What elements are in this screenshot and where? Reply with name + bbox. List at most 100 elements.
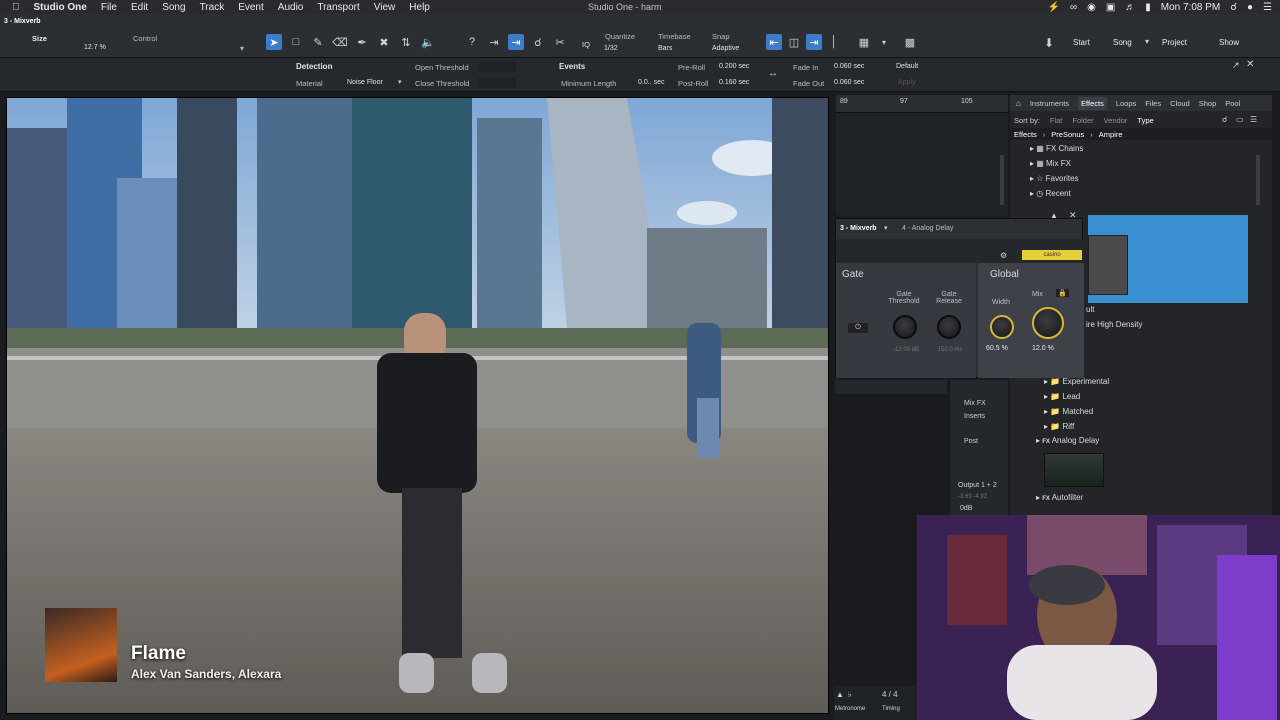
scissors-icon[interactable]: ✂ [552,34,568,50]
volume-icon[interactable]: ♬ [1125,2,1135,13]
tab-instruments[interactable]: Instruments [1030,99,1069,108]
menu-view[interactable]: View [374,2,396,13]
iq-label[interactable]: IQ [582,40,590,49]
spotlight-search-icon[interactable]: ☌ [1230,2,1237,13]
minimum-length-value[interactable]: 0.0.. sec [638,79,664,86]
sort-type[interactable]: Type [1137,116,1153,125]
save-icon[interactable]: ▩ [902,34,918,50]
nav-song[interactable]: Song [1113,38,1132,47]
help-icon[interactable]: ? [464,34,480,50]
tree-item-autofilter[interactable]: ▸ FX Autofilter [1036,493,1083,502]
apply-button[interactable]: Apply [898,79,916,86]
fade-in-value[interactable]: 0.060 sec [834,63,864,70]
tab-effects[interactable]: Effects [1078,96,1107,110]
mix-knob[interactable] [1032,307,1064,339]
zoom-icon[interactable]: ☌ [530,34,546,50]
menu-file[interactable]: File [101,2,117,13]
paint-tool-icon[interactable]: ✒ [354,34,370,50]
metronome-icon[interactable]: ▲ [836,690,844,699]
close-threshold-field[interactable] [478,78,516,88]
cursor-follow-icon[interactable]: │ [826,34,842,50]
download-icon[interactable]: ⬇ [1044,36,1054,50]
split-tool-icon[interactable]: ✎ [310,34,326,50]
post-label[interactable]: Post [964,438,978,445]
user-avatar-icon[interactable]: ● [1247,2,1253,13]
song-dropdown-icon[interactable]: ▾ [1145,37,1149,46]
arrange-scrollbar[interactable] [1000,155,1004,205]
tab-files[interactable]: Files [1145,99,1161,108]
material-dropdown-icon[interactable]: ▾ [398,78,402,86]
close-plugin-icon[interactable]: ✕ [1069,210,1077,221]
tab-pool[interactable]: Pool [1225,99,1240,108]
breadcrumb-ampire[interactable]: Ampire [1099,130,1123,139]
timeline-ruler[interactable]: 89 97 105 [836,95,1008,113]
fade-out-value[interactable]: 0.060 sec [834,79,864,86]
folder-matched[interactable]: ▸ 📁 Matched [1044,407,1109,422]
menubar-clock[interactable]: Mon 7:08 PM [1161,2,1220,13]
tree-item-partial[interactable]: ult [1086,305,1094,314]
pan-slider[interactable] [835,380,947,394]
open-threshold-field[interactable] [478,62,516,72]
tree-item-fx-chains[interactable]: ▸ ▦ FX Chains [1030,144,1083,159]
tab-loops[interactable]: Loops [1116,99,1136,108]
tree-item-recent[interactable]: ▸ ◷ Recent [1030,189,1083,204]
pin-icon[interactable]: ▲ [1050,211,1058,220]
nav-show[interactable]: Show [1219,38,1239,47]
status-bolt-icon[interactable]: ⚡ [1047,2,1059,13]
menu-help[interactable]: Help [409,2,430,13]
tab-cloud[interactable]: Cloud [1170,99,1190,108]
sort-flat[interactable]: Flat [1050,116,1063,125]
nav-start[interactable]: Start [1073,38,1090,47]
preset-selector[interactable]: casino [1022,250,1082,260]
menu-track[interactable]: Track [200,2,225,13]
tree-item-favorites[interactable]: ▸ ☆ Favorites [1030,174,1083,189]
post-roll-value[interactable]: 0.160 sec [719,79,749,86]
menu-song[interactable]: Song [162,2,185,13]
follow-icon[interactable]: ◫ [786,34,802,50]
grid-dropdown-icon[interactable]: ▾ [876,34,892,50]
menu-transport[interactable]: Transport [317,2,359,13]
snap-right-icon[interactable]: ⇥ [508,34,524,50]
channel-dropdown-icon[interactable]: ▾ [884,224,888,232]
menu-app-name[interactable]: Studio One [34,2,87,13]
arrow-tool-icon[interactable]: ➤ [266,34,282,50]
sort-vendor[interactable]: Vendor [1104,116,1128,125]
inserts-label[interactable]: Inserts [964,413,985,420]
material-value[interactable]: Noise Floor [347,79,383,86]
tap-icon[interactable]: ♭ [848,690,852,699]
sort-folder[interactable]: Folder [1072,116,1093,125]
range-tool-icon[interactable]: □ [288,34,304,50]
menu-event[interactable]: Event [238,2,264,13]
control-center-icon[interactable]: ☰ [1263,2,1272,13]
default-button[interactable]: Default [896,63,918,70]
folder-riff[interactable]: ▸ 📁 Riff [1044,422,1109,437]
listen-tool-icon[interactable]: 🔈 [420,34,436,50]
browser-view-icon[interactable]: ▭ [1236,115,1244,124]
tree-item-mix-fx[interactable]: ▸ ▦ Mix FX [1030,159,1083,174]
pre-roll-value[interactable]: 0.200 sec [719,63,749,70]
display-icon[interactable]: ▣ [1106,2,1115,13]
timebase-value[interactable]: Bars [658,45,672,52]
snap-left-icon[interactable]: ⇥ [486,34,502,50]
settings-gear-icon[interactable]: ⚙ [1000,251,1007,260]
menu-audio[interactable]: Audio [278,2,304,13]
mix-fx-label[interactable]: Mix FX [964,400,986,407]
width-knob[interactable] [990,315,1014,339]
close-panel-icon[interactable]: ✕ [1246,59,1254,70]
tree-item-analog-delay[interactable]: ▸ FX Analog Delay [1036,436,1099,445]
time-signature[interactable]: 4 / 4 [882,690,898,699]
gate-power-button[interactable]: ⏻ [848,323,868,333]
apple-icon[interactable]:  [12,2,20,13]
battery-icon[interactable]: ▮ [1145,2,1151,13]
gate-release-knob[interactable] [937,315,961,339]
link-icon[interactable]: ↔ [768,68,778,79]
menu-edit[interactable]: Edit [131,2,148,13]
size-value[interactable]: 12.7 % [84,44,106,51]
mute-tool-icon[interactable]: ✖ [376,34,392,50]
loop-follow-icon[interactable]: ⇥ [806,34,822,50]
wifi-icon[interactable]: ◉ [1087,2,1096,13]
tree-item-partial[interactable]: ire High Density [1086,320,1142,329]
folder-experimental[interactable]: ▸ 📁 Experimental [1044,377,1109,392]
expand-icon[interactable]: ↗ [1232,60,1240,71]
plugin-name[interactable]: 4 - Analog Delay [902,225,953,232]
